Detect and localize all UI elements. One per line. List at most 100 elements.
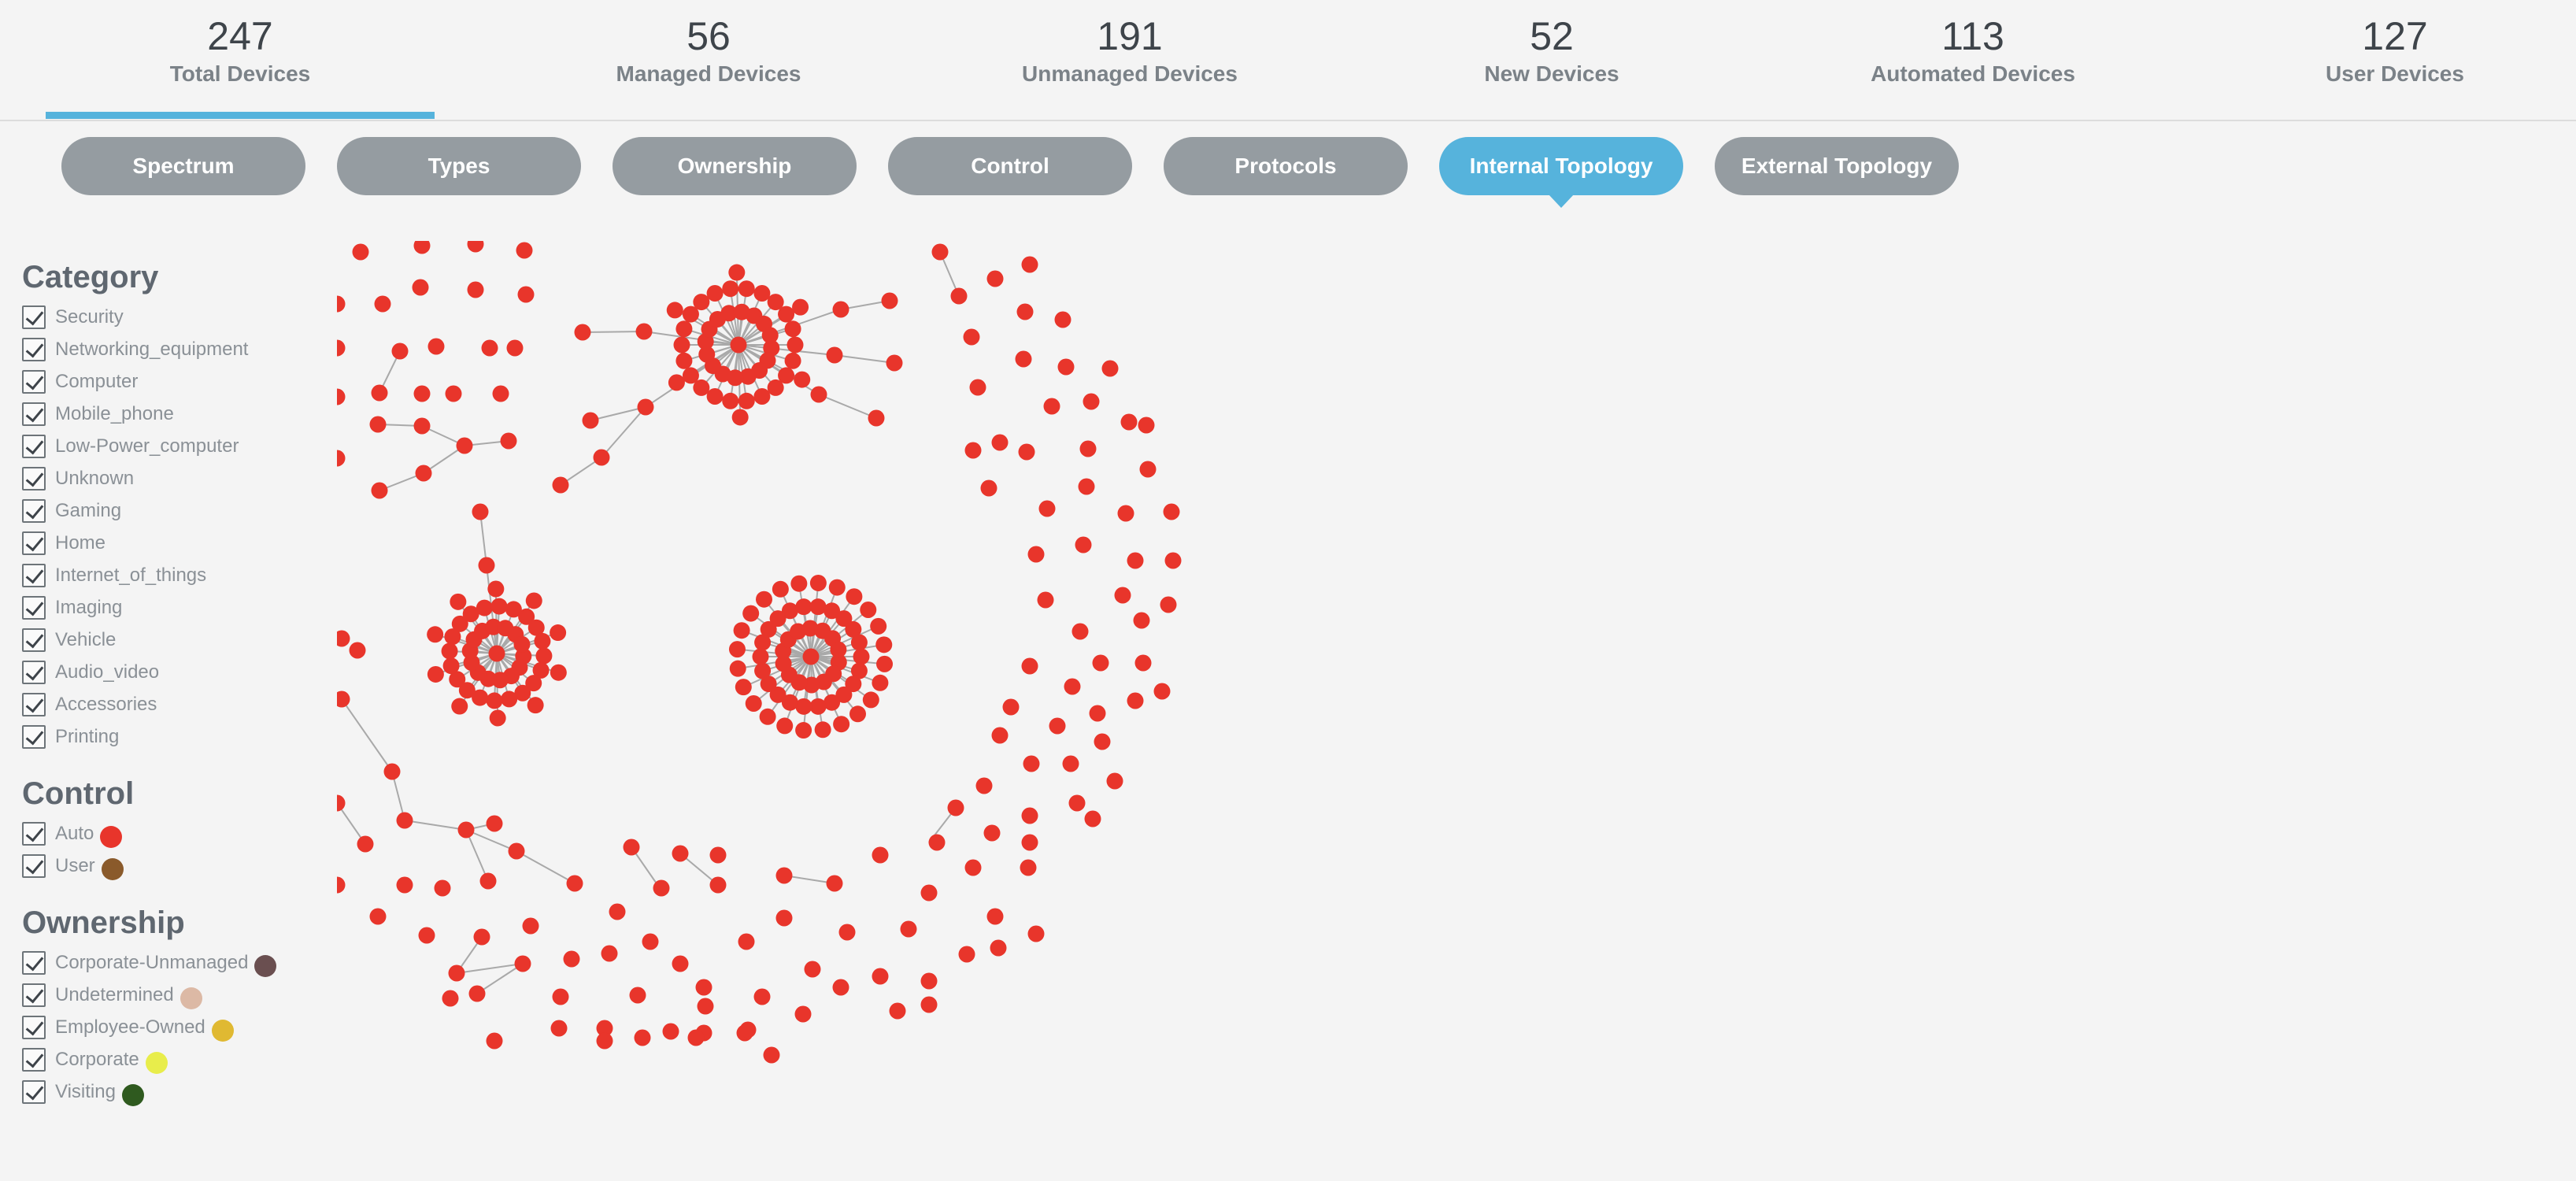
device-node[interactable]: [963, 328, 980, 346]
device-node[interactable]: [1064, 678, 1081, 695]
device-node[interactable]: [772, 580, 789, 598]
device-node[interactable]: [596, 1032, 613, 1050]
ownership-filter-corporate-unmanaged[interactable]: Corporate-Unmanaged: [22, 946, 337, 979]
stat-total-devices[interactable]: 247 Total Devices: [35, 0, 445, 120]
checkbox[interactable]: [22, 853, 46, 878]
device-node[interactable]: [1027, 546, 1045, 563]
device-node[interactable]: [730, 336, 747, 354]
device-node[interactable]: [467, 281, 484, 298]
device-node[interactable]: [986, 270, 1004, 287]
device-node[interactable]: [1054, 311, 1071, 328]
device-node[interactable]: [1084, 810, 1101, 827]
device-node[interactable]: [506, 339, 524, 357]
device-node[interactable]: [352, 243, 369, 261]
category-filter-imaging[interactable]: Imaging: [22, 591, 337, 624]
device-node[interactable]: [900, 920, 917, 938]
tab-control[interactable]: Control: [888, 137, 1132, 195]
device-node[interactable]: [761, 327, 779, 344]
device-node[interactable]: [1089, 705, 1106, 722]
device-node[interactable]: [695, 979, 712, 996]
device-node[interactable]: [920, 972, 938, 990]
device-node[interactable]: [653, 879, 670, 897]
device-node[interactable]: [534, 632, 551, 650]
device-node[interactable]: [472, 503, 489, 520]
device-node[interactable]: [415, 465, 432, 482]
category-filter-computer[interactable]: Computer: [22, 365, 337, 398]
device-node[interactable]: [990, 939, 1007, 957]
device-node[interactable]: [1138, 416, 1155, 434]
device-node[interactable]: [1018, 443, 1035, 461]
device-node[interactable]: [508, 842, 525, 860]
device-node[interactable]: [468, 985, 486, 1002]
device-node[interactable]: [634, 1029, 651, 1046]
device-node[interactable]: [1092, 654, 1109, 672]
device-node[interactable]: [666, 302, 683, 319]
device-node[interactable]: [642, 933, 659, 950]
device-node[interactable]: [991, 727, 1009, 744]
device-node[interactable]: [527, 697, 544, 714]
device-node[interactable]: [1106, 772, 1123, 790]
device-node[interactable]: [1079, 440, 1097, 457]
device-node[interactable]: [481, 339, 498, 357]
device-node[interactable]: [337, 794, 346, 812]
device-node[interactable]: [337, 339, 346, 357]
checkbox[interactable]: [22, 305, 46, 329]
device-node[interactable]: [1127, 692, 1144, 709]
device-node[interactable]: [582, 412, 599, 429]
checkbox[interactable]: [22, 434, 46, 458]
device-node[interactable]: [950, 287, 968, 305]
device-node[interactable]: [490, 598, 508, 615]
device-node[interactable]: [635, 323, 653, 340]
device-node[interactable]: [706, 387, 724, 405]
device-node[interactable]: [451, 698, 468, 715]
device-node[interactable]: [810, 386, 827, 403]
device-node[interactable]: [881, 292, 898, 309]
checkbox[interactable]: [22, 983, 46, 1007]
device-node[interactable]: [1037, 591, 1054, 609]
device-node[interactable]: [486, 692, 503, 709]
ownership-filter-visiting[interactable]: Visiting: [22, 1075, 337, 1108]
device-node[interactable]: [488, 645, 505, 662]
control-filter-auto[interactable]: Auto: [22, 817, 337, 850]
checkbox[interactable]: [22, 1015, 46, 1039]
device-node[interactable]: [337, 450, 346, 467]
device-node[interactable]: [448, 964, 465, 982]
device-node[interactable]: [1134, 654, 1152, 672]
device-node[interactable]: [413, 417, 431, 435]
ownership-filter-employee-owned[interactable]: Employee-Owned: [22, 1011, 337, 1043]
device-node[interactable]: [804, 961, 821, 978]
device-node[interactable]: [832, 979, 849, 996]
device-node[interactable]: [349, 642, 366, 659]
device-node[interactable]: [525, 592, 542, 609]
device-node[interactable]: [964, 442, 982, 459]
ownership-filter-corporate[interactable]: Corporate: [22, 1043, 337, 1075]
device-node[interactable]: [1160, 596, 1177, 613]
device-node[interactable]: [722, 280, 739, 298]
device-node[interactable]: [550, 624, 567, 642]
device-node[interactable]: [947, 799, 964, 816]
device-node[interactable]: [928, 834, 946, 851]
device-node[interactable]: [478, 557, 495, 574]
device-node[interactable]: [795, 722, 812, 739]
device-node[interactable]: [486, 815, 503, 832]
device-node[interactable]: [809, 698, 827, 715]
device-node[interactable]: [742, 605, 760, 622]
category-filter-accessories[interactable]: Accessories: [22, 688, 337, 720]
checkbox[interactable]: [22, 1047, 46, 1072]
device-node[interactable]: [1114, 587, 1131, 604]
stat-unmanaged-devices[interactable]: 191 Unmanaged Devices: [925, 0, 1334, 120]
tab-protocols[interactable]: Protocols: [1164, 137, 1408, 195]
device-node[interactable]: [574, 324, 591, 341]
tab-types[interactable]: Types: [337, 137, 581, 195]
device-node[interactable]: [826, 346, 843, 364]
category-filter-internet-of-things[interactable]: Internet_of_things: [22, 559, 337, 591]
category-filter-vehicle[interactable]: Vehicle: [22, 624, 337, 656]
device-node[interactable]: [980, 479, 997, 497]
device-node[interactable]: [991, 434, 1009, 451]
device-node[interactable]: [986, 908, 1004, 925]
device-node[interactable]: [675, 320, 693, 338]
stat-managed-devices[interactable]: 56 Managed Devices: [504, 0, 913, 120]
device-node[interactable]: [753, 387, 771, 405]
internal-topology-graph[interactable]: [337, 241, 2576, 1181]
device-node[interactable]: [754, 662, 772, 679]
